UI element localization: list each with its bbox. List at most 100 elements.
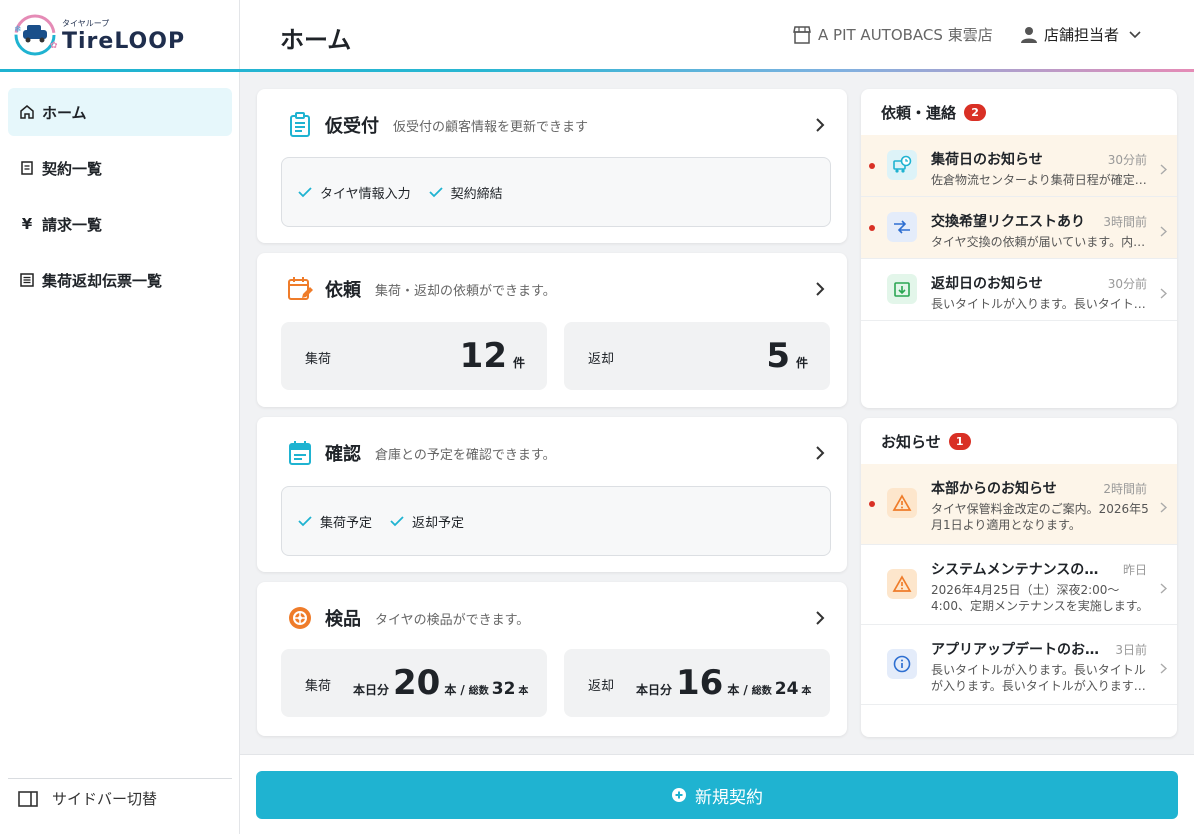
svg-text:❄: ❄ (14, 25, 22, 35)
card-request[interactable]: 依頼 集荷・返却の依頼ができます。 集荷 12 件 返却 5 件 (257, 253, 847, 407)
inspection-pickup-stat[interactable]: 集荷 本日分 20 本 / 総数 32 本 (281, 649, 547, 717)
request-pickup-stat[interactable]: 集荷 12 件 (281, 322, 547, 390)
return-count: 5 (766, 336, 790, 376)
check-icon (298, 515, 312, 527)
stat-label: 集荷 (305, 352, 332, 367)
page-title: ホーム (280, 26, 352, 54)
inspection-return-stat[interactable]: 返却 本日分 16 本 / 総数 24 本 (564, 649, 830, 717)
unit-label: 本 (518, 686, 529, 697)
message-time: 昨日 (1122, 563, 1147, 577)
list-item[interactable]: 本部からのお知らせ 2時間前 タイヤ保管料金改定のご案内。2026年5月1日より… (861, 464, 1177, 545)
check-item: タイヤ情報入力 (298, 183, 411, 202)
sidebar-toggle-icon (18, 790, 38, 807)
yen-icon: ¥ (21, 215, 33, 233)
card-confirm[interactable]: 確認 倉庫との予定を確認できます。 集荷予定 返却予定 (257, 417, 847, 572)
message-body: 佐倉物流センターより集荷日程が確定… (931, 173, 1147, 187)
chevron-right-icon (1160, 579, 1168, 598)
pickup-total-count: 32 (491, 679, 516, 699)
sidebar-item-contracts[interactable]: 契約一覧 (8, 144, 232, 192)
stat-label: 集荷 (305, 679, 332, 694)
message-title: 返却日のお知らせ (931, 276, 1043, 292)
clipboard-icon (287, 112, 313, 138)
unread-dot (869, 225, 875, 231)
pickup-today-count: 20 (393, 663, 441, 703)
card-subtitle: 仮受付の顧客情報を更新できます (393, 119, 589, 135)
check-icon (298, 186, 312, 198)
check-item: 返却予定 (390, 512, 464, 531)
provisional-checklist: タイヤ情報入力 契約締結 (281, 157, 831, 227)
list-item[interactable]: 集荷日のお知らせ 30分前 佐倉物流センターより集荷日程が確定… (861, 135, 1177, 197)
logo-kana: タイヤループ (62, 19, 109, 28)
card-title: 確認 (325, 444, 361, 465)
card-subtitle: タイヤの検品ができます。 (375, 612, 530, 628)
check-item: 契約締結 (428, 183, 503, 202)
sidebar-item-home[interactable]: ホーム (8, 88, 232, 136)
store-icon (792, 25, 812, 44)
warning-icon (887, 569, 917, 599)
tire-icon (287, 605, 313, 631)
list-item[interactable]: 返却日のお知らせ 30分前 長いタイトルが入ります。長いタイト… (861, 259, 1177, 321)
unit-label: 本 (801, 686, 812, 697)
new-contract-button[interactable]: 新規契約 (256, 771, 1178, 819)
unit-label: 本 (727, 683, 740, 697)
plus-circle-icon (671, 787, 687, 803)
message-title: システムメンテナンスのお… (931, 562, 1111, 578)
card-title: 依頼 (325, 280, 361, 301)
sidebar-item-slips[interactable]: 集荷返却伝票一覧 (8, 256, 232, 304)
header-gradient-divider (0, 69, 1194, 72)
card-provisional[interactable]: 仮受付 仮受付の顧客情報を更新できます タイヤ情報入力 契約締結 (257, 89, 847, 243)
tireloop-logo[interactable]: ❄ ✿ タイヤループ TireLOOP (10, 10, 230, 60)
unread-dot (869, 163, 875, 169)
store-selector[interactable]: A PIT AUTOBACS 東雲店 (792, 24, 993, 45)
svg-text:✿: ✿ (50, 41, 58, 51)
total-label: 総数 (468, 686, 489, 697)
list-icon (18, 271, 36, 289)
new-contract-label: 新規契約 (695, 787, 763, 808)
sidebar-toggle[interactable]: サイドバー切替 (8, 778, 232, 818)
top-header: ホーム A PIT AUTOBACS 東雲店 店舗担当者 (240, 0, 1194, 70)
message-body: 長いタイトルが入ります。長いタイトルが入ります。長いタイトルが入ります… (931, 663, 1146, 693)
user-icon (1020, 26, 1038, 44)
chevron-right-icon (1160, 222, 1168, 241)
request-return-stat[interactable]: 返却 5 件 (564, 322, 830, 390)
check-icon (428, 186, 443, 198)
chevron-right-icon (1160, 659, 1168, 678)
message-time: 30分前 (1107, 277, 1147, 291)
truck-clock-icon (887, 150, 917, 180)
message-body: 長いタイトルが入ります。長いタイト… (931, 297, 1146, 311)
message-body: タイヤ保管料金改定のご案内。2026年5月1日より適用となります。 (931, 502, 1149, 532)
card-subtitle: 集荷・返却の依頼ができます。 (375, 283, 556, 299)
confirm-checklist: 集荷予定 返却予定 (281, 486, 831, 556)
logo-text: TireLOOP (62, 29, 185, 54)
pickup-count: 12 (459, 336, 507, 376)
document-icon (18, 159, 36, 177)
panel-header: 依頼・連絡 2 (861, 89, 1177, 135)
chevron-right-icon (1160, 498, 1168, 517)
chevron-right-icon (1160, 284, 1168, 303)
calendar-icon (287, 440, 313, 466)
chevron-right-icon (815, 445, 825, 464)
user-menu[interactable]: 店舗担当者 (1020, 24, 1141, 45)
card-inspection[interactable]: 検品 タイヤの検品ができます。 集荷 本日分 20 本 / 総数 32 本 返却… (257, 582, 847, 736)
list-item[interactable]: システムメンテナンスのお… 昨日 2026年4月25日（土）深夜2:00〜4:0… (861, 545, 1177, 625)
chevron-right-icon (815, 610, 825, 629)
info-icon (887, 649, 917, 679)
card-subtitle: 倉庫との予定を確認できます。 (375, 447, 556, 463)
sidebar-item-label: ホーム (42, 103, 87, 122)
calendar-edit-icon (287, 276, 313, 302)
total-label: 総数 (751, 686, 772, 697)
list-item[interactable]: 交換希望リクエストあり 3時間前 タイヤ交換の依頼が届いています。内… (861, 197, 1177, 259)
check-icon (390, 515, 404, 527)
sidebar-toggle-label: サイドバー切替 (52, 790, 158, 808)
list-item[interactable]: アプリアップデートのお知… 3日前 長いタイトルが入ります。長いタイトルが入りま… (861, 625, 1177, 705)
check-item: 集荷予定 (298, 512, 372, 531)
sidebar: ❄ ✿ タイヤループ TireLOOP ホーム 契約一覧 ¥ 請求一覧 集荷返却… (0, 0, 240, 834)
slash: / (743, 683, 748, 697)
sidebar-item-billing[interactable]: ¥ 請求一覧 (8, 200, 232, 248)
message-time: 30分前 (1107, 153, 1147, 167)
exchange-arrows-icon (887, 212, 917, 242)
store-name: A PIT AUTOBACS 東雲店 (818, 26, 993, 44)
requests-panel: 依頼・連絡 2 集荷日のお知らせ 30分前 佐倉物流センターより集荷日程が確定…… (861, 89, 1177, 408)
return-box-icon (887, 274, 917, 304)
message-body: 2026年4月25日（土）深夜2:00〜4:00、定期メンテナンスを実施します。 (931, 583, 1149, 613)
